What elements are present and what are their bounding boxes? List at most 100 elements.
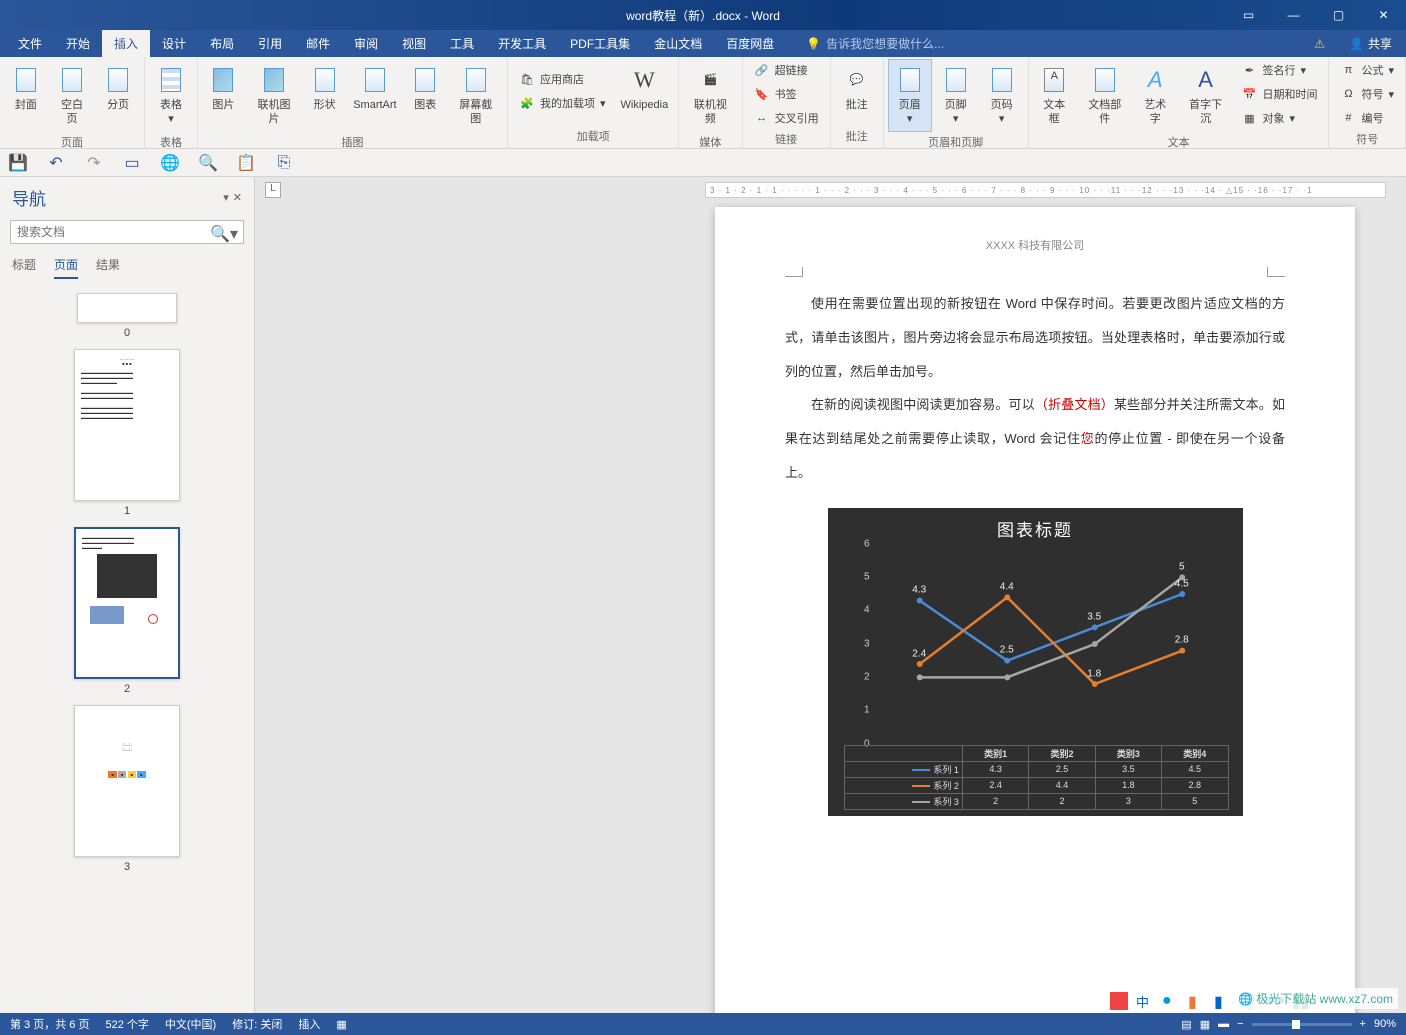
my-addins-button[interactable]: 🧩我的加载项 ▾ [512,92,613,114]
tray-icon[interactable]: ▮ [1188,992,1206,1010]
view-print-icon[interactable]: ▦ [1200,1018,1210,1031]
ribbon-options-icon[interactable]: ▭ [1226,0,1271,30]
menu-tools[interactable]: 工具 [438,30,486,57]
redo-button[interactable]: ↷ [82,151,106,175]
nav-tab-headings[interactable]: 标题 [12,256,36,279]
nav-tab-pages[interactable]: 页面 [54,256,78,279]
quick-parts-button[interactable]: 文档部件 [1078,59,1132,132]
symbol-button[interactable]: Ω符号 ▾ [1333,83,1401,105]
status-language[interactable]: 中文(中国) [165,1016,216,1032]
header-button[interactable]: 页眉▾ [888,59,932,132]
link-icon: 🔗 [754,62,770,78]
menu-insert[interactable]: 插入 [102,30,150,57]
qat-btn-5[interactable]: ⎘ [272,151,296,175]
zoom-out-button[interactable]: − [1237,1018,1243,1030]
menu-view[interactable]: 视图 [390,30,438,57]
view-web-icon[interactable]: ▬ [1218,1018,1229,1030]
sig-icon: ✒ [1241,62,1257,78]
qat-btn-2[interactable]: 🌐 [158,151,182,175]
document-page[interactable]: XXXX 科技有限公司 使用在需要位置出现的新按钮在 Word 中保存时间。若要… [715,207,1355,1013]
crossref-button[interactable]: ↔交叉引用 [747,107,826,129]
thumbnail-0[interactable] [77,293,177,323]
embedded-chart[interactable]: 图表标题 01234564.32.53.54.52.44.41.82.85 类别… [828,508,1243,816]
wordart-button[interactable]: A艺术字 [1134,59,1177,132]
warning-icon[interactable]: ⚠ [1314,30,1325,57]
nav-dropdown-icon[interactable]: ▾ [223,191,229,204]
store-icon: 🛍 [519,71,535,87]
tray-icon[interactable] [1110,992,1128,1010]
page-break-button[interactable]: 分页 [96,59,140,117]
menu-references[interactable]: 引用 [246,30,294,57]
minimize-button[interactable]: — [1271,0,1316,30]
qat-btn-3[interactable]: 🔍 [196,151,220,175]
menu-home[interactable]: 开始 [54,30,102,57]
textbox-button[interactable]: A文本框 [1033,59,1076,132]
tray-icon[interactable]: 中 [1136,992,1154,1010]
comment-button[interactable]: 💬批注 [835,59,879,117]
tray-icon[interactable]: ▮ [1214,992,1232,1010]
drop-cap-button[interactable]: A首字下沉 [1179,59,1233,132]
qat-btn-4[interactable]: 📋 [234,151,258,175]
document-area[interactable]: L 3 · 1 · 2 · 1 · 1 · · · · · 1 · · · 2 … [255,177,1406,1013]
menu-file[interactable]: 文件 [6,30,54,57]
search-icon[interactable]: 🔍▾ [210,224,238,244]
app-store-button[interactable]: 🛍应用商店 [512,68,613,90]
chart-button[interactable]: 图表 [404,59,447,117]
zoom-level[interactable]: 90% [1374,1018,1396,1030]
bookmark-button[interactable]: 🔖书签 [747,83,826,105]
document-body[interactable]: 使用在需要位置出现的新按钮在 Word 中保存时间。若要更改图片适应文档的方式，… [785,287,1285,490]
status-mode[interactable]: 插入 [298,1016,320,1032]
zoom-in-button[interactable]: + [1360,1018,1366,1030]
pictures-button[interactable]: 图片 [202,59,245,117]
nav-close-icon[interactable]: ✕ [233,191,242,204]
menu-pdf[interactable]: PDF工具集 [558,30,642,57]
ruler-toggle[interactable]: L [265,182,281,198]
page-number-button[interactable]: 页码▾ [980,59,1024,132]
menu-review[interactable]: 审阅 [342,30,390,57]
equation-button[interactable]: π公式 ▾ [1333,59,1401,81]
wikipedia-button[interactable]: WWikipedia [615,59,675,117]
date-time-button[interactable]: 📅日期和时间 [1234,83,1324,105]
object-button[interactable]: ▦对象 ▾ [1234,107,1324,129]
shapes-button[interactable]: 形状 [303,59,346,117]
screenshot-button[interactable]: 屏幕截图 [449,59,503,132]
number-button[interactable]: #编号 [1333,107,1401,129]
menu-baidu[interactable]: 百度网盘 [714,30,786,57]
view-read-icon[interactable]: ▤ [1181,1018,1191,1031]
share-button[interactable]: 👤共享 [1335,30,1406,57]
close-button[interactable]: ✕ [1361,0,1406,30]
menu-design[interactable]: 设计 [150,30,198,57]
online-video-button[interactable]: 🎬联机视频 [683,59,737,132]
status-revisions[interactable]: 修订: 关闭 [232,1016,282,1032]
online-pictures-button[interactable]: 联机图片 [247,59,301,132]
cover-page-button[interactable]: 封面 [4,59,48,117]
zoom-slider[interactable] [1252,1023,1352,1026]
nav-search-input[interactable] [10,220,244,244]
date-icon: 📅 [1241,86,1257,102]
nav-tab-results[interactable]: 结果 [96,256,120,279]
undo-button[interactable]: ↶ [44,151,68,175]
menu-layout[interactable]: 布局 [198,30,246,57]
thumbnail-3[interactable]: □—□□—□■ ■ ■ ■ [74,705,180,857]
thumbnail-2[interactable]: ▬▬▬▬▬▬▬▬▬▬▬▬▬▬▬▬▬▬▬▬▬▬▬▬▬▬▬▬▬▬▬ [74,527,180,679]
menu-mailings[interactable]: 邮件 [294,30,342,57]
status-words[interactable]: 522 个字 [105,1016,148,1032]
horizontal-ruler[interactable]: 3 · 1 · 2 · 1 · 1 · · · · · 1 · · · 2 · … [705,182,1386,198]
hyperlink-button[interactable]: 🔗超链接 [747,59,826,81]
tray-icon[interactable]: ● [1162,992,1180,1010]
tell-me-search[interactable]: 💡告诉我您想要做什么... [806,30,944,57]
menu-kingsoft[interactable]: 金山文档 [642,30,714,57]
blank-page-button[interactable]: 空白页 [50,59,95,132]
signature-line-button[interactable]: ✒签名行 ▾ [1234,59,1324,81]
smartart-button[interactable]: SmartArt [348,59,402,117]
status-page[interactable]: 第 3 页，共 6 页 [10,1016,89,1032]
menu-developer[interactable]: 开发工具 [486,30,558,57]
group-label-addins: 加载项 [512,126,674,148]
footer-button[interactable]: 页脚▾ [934,59,978,132]
save-button[interactable]: 💾 [6,151,30,175]
qat-btn-1[interactable]: ▭ [120,151,144,175]
maximize-button[interactable]: ▢ [1316,0,1361,30]
table-button[interactable]: 表格▾ [149,59,193,132]
thumbnail-1[interactable]: — — —■ ■ ■▬▬▬▬▬▬▬▬▬▬▬▬▬▬▬▬▬▬▬▬▬▬▬▬▬▬▬▬▬▬… [74,349,180,501]
macro-icon[interactable]: ▦ [336,1018,346,1031]
